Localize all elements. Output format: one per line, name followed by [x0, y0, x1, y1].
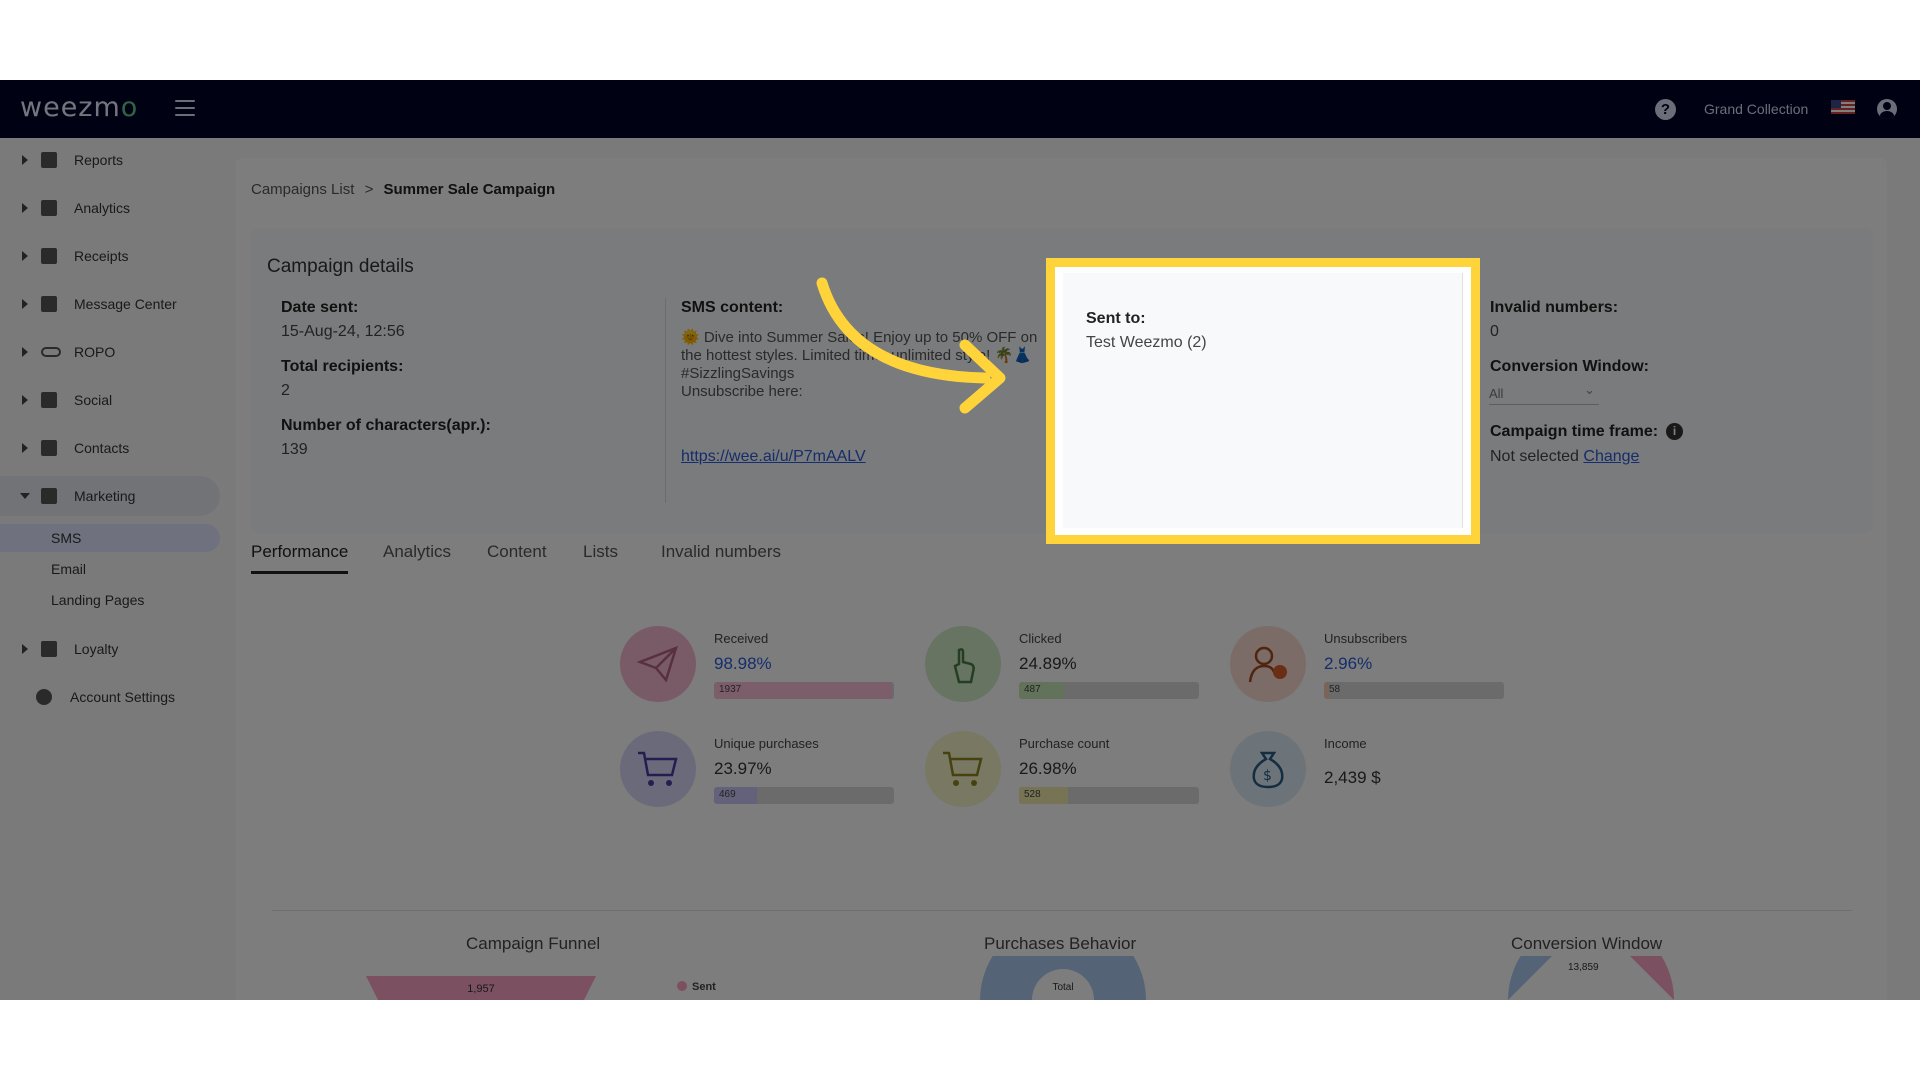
sent-to-panel: Sent to: Test Weezmo (2)	[1063, 273, 1463, 528]
sent-to-label: Sent to:	[1086, 310, 1146, 327]
sent-to-value[interactable]: Test Weezmo (2)	[1086, 334, 1207, 352]
tutorial-overlay	[0, 80, 1920, 1000]
sent-to-highlight: Sent to: Test Weezmo (2)	[1046, 258, 1480, 544]
app-stage: weezmo ? Grand Collection Reports Analyt…	[0, 80, 1920, 1000]
pointer-arrow	[816, 277, 1006, 414]
